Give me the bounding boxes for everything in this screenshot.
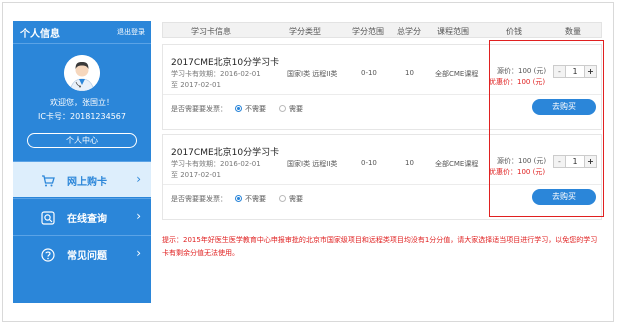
avatar	[64, 55, 100, 91]
chevron-right-icon: ›	[136, 209, 141, 223]
credit-range: 0-10	[361, 159, 377, 167]
credit-type: 国家I类 远程II类	[287, 160, 338, 168]
nav-label: 常见问题	[67, 251, 107, 262]
course-scope: 全部CME课程	[435, 70, 479, 78]
radio-label: 需要	[289, 105, 303, 113]
radio-label: 不需要	[245, 195, 266, 203]
chevron-right-icon: ›	[136, 172, 141, 186]
radio-checked-icon	[235, 105, 242, 112]
col-card-info: 学习卡信息	[191, 27, 231, 36]
search-icon	[41, 210, 55, 225]
sidebar-header: 个人信息 退出登录	[13, 21, 151, 44]
sidebar-title: 个人信息	[20, 29, 60, 40]
col-total-credit: 总学分	[397, 27, 421, 36]
sidebar: 个人信息 退出登录 欢迎您，张国立！ IC卡号：20181234567 个人中心…	[13, 21, 151, 303]
radio-checked-icon	[235, 195, 242, 202]
doctor-avatar-icon	[64, 55, 100, 91]
chevron-right-icon: ›	[136, 246, 141, 260]
personal-center-button[interactable]: 个人中心	[27, 133, 137, 148]
invoice-no-radio[interactable]: 不需要	[235, 104, 266, 114]
highlight-box	[489, 40, 604, 217]
invoice-label: 是否需要要发票：	[171, 105, 227, 113]
nav-faq[interactable]: 常见问题 ›	[13, 235, 151, 271]
total-credit: 10	[405, 69, 414, 77]
invoice-yes-radio[interactable]: 需要	[279, 104, 303, 114]
course-scope: 全部CME课程	[435, 160, 479, 168]
invoice-no-radio[interactable]: 不需要	[235, 194, 266, 204]
welcome-text: 欢迎您，张国立！	[50, 98, 114, 107]
valid-to: 至 2017-02-01	[171, 81, 221, 89]
col-price: 价钱	[506, 27, 522, 36]
radio-label: 需要	[289, 195, 303, 203]
product-name: 2017CME北京10分学习卡	[171, 148, 280, 158]
invoice-yes-radio[interactable]: 需要	[279, 194, 303, 204]
question-icon	[41, 247, 55, 262]
product-name: 2017CME北京10分学习卡	[171, 58, 280, 68]
credit-type: 国家I类 远程II类	[287, 70, 338, 78]
notice-text: 提示：2015年好医生医学教育中心申报审批的北京市国家级项目和远程类项目均没有1…	[162, 236, 598, 257]
col-credit-range: 学分范围	[352, 27, 384, 36]
col-credit-type: 学分类型	[289, 27, 321, 36]
valid-from: 学习卡有效期：2016-02-01	[171, 70, 261, 78]
logout-link[interactable]: 退出登录	[117, 27, 145, 37]
radio-unchecked-icon	[279, 195, 286, 202]
valid-to: 至 2017-02-01	[171, 171, 221, 179]
col-quantity: 数量	[565, 27, 581, 36]
col-course-scope: 课程范围	[437, 27, 469, 36]
nav-online-query[interactable]: 在线查询 ›	[13, 198, 151, 234]
nav-label: 在线查询	[67, 214, 107, 225]
valid-from: 学习卡有效期：2016-02-01	[171, 160, 261, 168]
radio-label: 不需要	[245, 105, 266, 113]
radio-unchecked-icon	[279, 105, 286, 112]
table-header: 学习卡信息 学分类型 学分范围 总学分 课程范围 价钱 数量	[162, 22, 602, 38]
card-number: IC卡号：20181234567	[38, 112, 126, 121]
nav-label: 网上购卡	[67, 177, 107, 188]
credit-range: 0-10	[361, 69, 377, 77]
nav-online-purchase[interactable]: 网上购卡 ›	[13, 161, 151, 197]
invoice-label: 是否需要要发票：	[171, 195, 227, 203]
total-credit: 10	[405, 159, 414, 167]
cart-icon	[41, 173, 55, 187]
